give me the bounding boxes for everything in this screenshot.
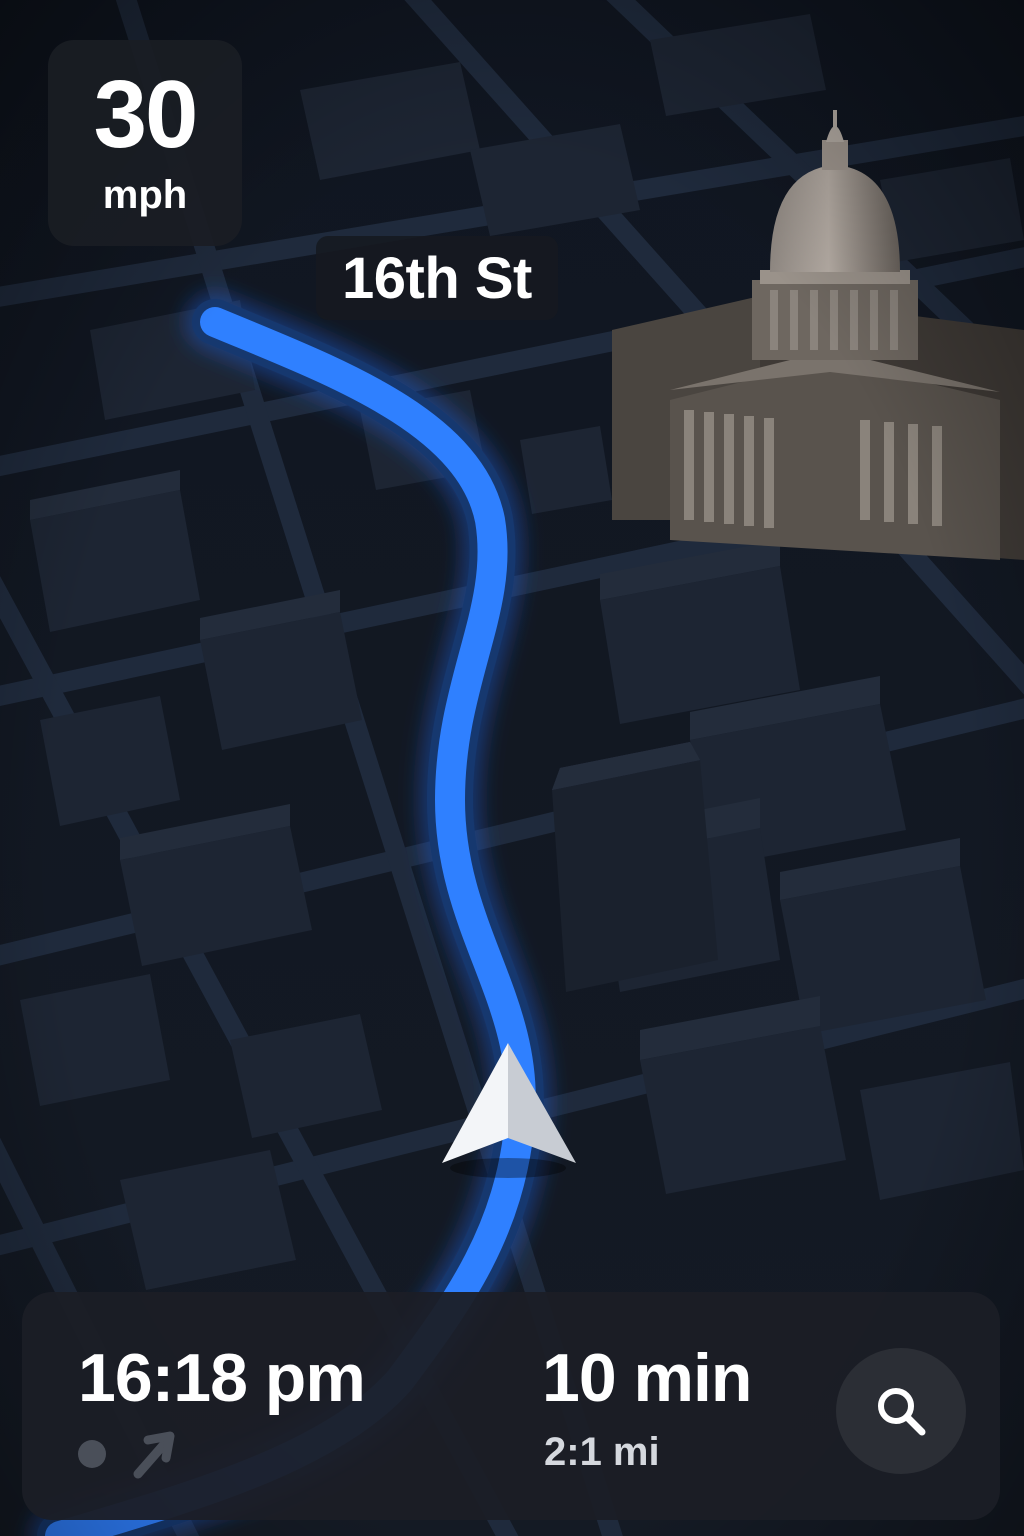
arrival-time: 16:18 pm <box>78 1340 366 1416</box>
direction-arrow-icon <box>133 1431 175 1479</box>
status-row <box>74 1428 204 1479</box>
speed-value: 30 <box>93 61 199 168</box>
search-icon <box>878 1388 926 1436</box>
trip-duration: 10 min <box>542 1340 752 1416</box>
speed-indicator: 30 mph <box>48 40 242 246</box>
speed-unit: mph <box>102 173 188 217</box>
search-button[interactable] <box>836 1348 966 1474</box>
trip-distance: 2:1 mi <box>544 1430 660 1474</box>
street-name-label: 16th St <box>316 236 558 320</box>
dot-icon <box>78 1440 106 1468</box>
trip-info-panel: 16:18 pm 10 min 2:1 mi <box>22 1292 1000 1520</box>
